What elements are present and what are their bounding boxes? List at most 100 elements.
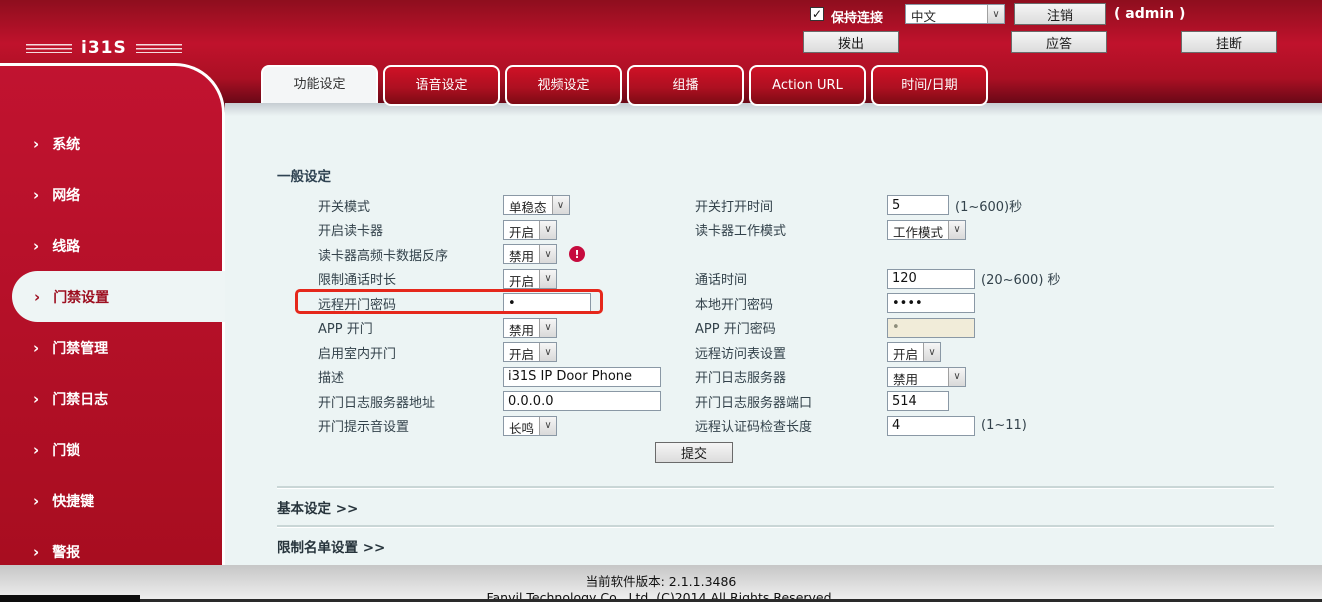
logo-text: i31S bbox=[81, 38, 127, 58]
chevron-right-icon: › bbox=[33, 492, 39, 510]
dial-out-button[interactable]: 拨出 bbox=[803, 31, 899, 53]
field-label: 通话时间 bbox=[695, 269, 887, 288]
logged-in-user: ( admin ) bbox=[1114, 6, 1185, 22]
door-open-tone-select[interactable]: 长鸣 ∨ bbox=[503, 416, 557, 436]
form-row: 远程开门密码 本地开门密码 bbox=[318, 291, 1061, 316]
field-label: 读卡器工作模式 bbox=[695, 220, 887, 239]
sidebar-item-access-log[interactable]: › 门禁日志 bbox=[0, 373, 222, 424]
alert-icon: ! bbox=[569, 246, 585, 262]
form-row: 开门日志服务器地址 开门日志服务器端口 bbox=[318, 389, 1061, 414]
keep-alive-checkbox[interactable]: ✓ bbox=[810, 7, 824, 21]
form-row: 描述 开门日志服务器 禁用 ∨ bbox=[318, 365, 1061, 390]
chevron-down-icon: ∨ bbox=[987, 5, 1004, 23]
sidebar-item-alert[interactable]: › 警报 bbox=[0, 526, 222, 577]
sidebar-item-label: 门禁日志 bbox=[52, 389, 108, 409]
chevron-right-icon: › bbox=[33, 186, 39, 204]
chevron-down-icon: ∨ bbox=[948, 221, 965, 239]
field-label: 远程访问表设置 bbox=[695, 343, 887, 362]
field-label: 开门日志服务器 bbox=[695, 367, 887, 386]
chevron-right-icon: › bbox=[33, 390, 39, 408]
form-row: 开启读卡器 开启 ∨ 读卡器工作模式 工作模式 ∨ bbox=[318, 218, 1061, 243]
tab-voice-settings[interactable]: 语音设定 bbox=[383, 65, 500, 106]
field-label: 本地开门密码 bbox=[695, 294, 887, 313]
sidebar-item-label: 门禁管理 bbox=[52, 338, 108, 358]
remote-access-table-select[interactable]: 开启 ∨ bbox=[887, 342, 941, 362]
range-hint: (1~11) bbox=[981, 418, 1027, 433]
sidebar-item-access-management[interactable]: › 门禁管理 bbox=[0, 322, 222, 373]
tab-function-settings[interactable]: 功能设定 bbox=[261, 65, 378, 103]
sidebar-item-hotkey[interactable]: › 快捷键 bbox=[0, 475, 222, 526]
restrict-list-link[interactable]: 限制名单设置 >> bbox=[277, 536, 385, 556]
field-label: APP 开门密码 bbox=[695, 318, 887, 337]
remote-open-password-input[interactable] bbox=[503, 293, 591, 313]
tab-video-settings[interactable]: 视频设定 bbox=[505, 65, 622, 106]
main-content: 一般设定 开关模式 单稳态 ∨ 开关打开时间 (1~600)秒 开启读卡器 开启 bbox=[225, 103, 1322, 565]
card-reader-reverse-select[interactable]: 禁用 ∨ bbox=[503, 244, 557, 264]
sidebar-nav: › 系统 › 网络 › 线路 › 门禁设置 › 门禁管理 › 门禁日志 › 门锁… bbox=[0, 63, 225, 565]
sidebar-item-line[interactable]: › 线路 bbox=[0, 220, 222, 271]
logout-button[interactable]: 注销 bbox=[1014, 3, 1106, 25]
switch-mode-select[interactable]: 单稳态 ∨ bbox=[503, 195, 570, 215]
sidebar-item-network[interactable]: › 网络 bbox=[0, 169, 222, 220]
sidebar-item-label: 线路 bbox=[52, 236, 80, 256]
call-time-limit-select[interactable]: 开启 ∨ bbox=[503, 269, 557, 289]
logo-lines-icon bbox=[136, 44, 182, 53]
range-hint: (1~600)秒 bbox=[955, 196, 1022, 215]
divider bbox=[277, 486, 1274, 488]
divider bbox=[277, 525, 1274, 527]
chevron-right-icon: › bbox=[33, 135, 39, 153]
card-reader-work-mode-select[interactable]: 工作模式 ∨ bbox=[887, 220, 966, 240]
hangup-button[interactable]: 挂断 bbox=[1181, 31, 1277, 53]
field-label: 启用室内开门 bbox=[318, 343, 503, 362]
door-log-server-select[interactable]: 禁用 ∨ bbox=[887, 367, 966, 387]
chevron-down-icon: ∨ bbox=[539, 270, 556, 288]
description-input[interactable] bbox=[503, 367, 661, 387]
door-log-server-address-input[interactable] bbox=[503, 391, 661, 411]
tab-bar: 功能设定 语音设定 视频设定 组播 Action URL 时间/日期 bbox=[261, 65, 988, 106]
field-label: 开关模式 bbox=[318, 196, 503, 215]
field-label: 限制通话时长 bbox=[318, 269, 503, 288]
remote-auth-code-length-input[interactable] bbox=[887, 416, 975, 436]
field-label: 开关打开时间 bbox=[695, 196, 887, 215]
brand-logo: i31S bbox=[26, 38, 182, 58]
form-row: 读卡器高频卡数据反序 禁用 ∨ ! bbox=[318, 242, 1061, 267]
tab-time-date[interactable]: 时间/日期 bbox=[871, 65, 988, 106]
sidebar-item-system[interactable]: › 系统 bbox=[0, 118, 222, 169]
app-open-select[interactable]: 禁用 ∨ bbox=[503, 318, 557, 338]
form-row: 启用室内开门 开启 ∨ 远程访问表设置 开启 ∨ bbox=[318, 340, 1061, 365]
tab-action-url[interactable]: Action URL bbox=[749, 65, 866, 106]
card-reader-enable-select[interactable]: 开启 ∨ bbox=[503, 220, 557, 240]
sidebar-item-label: 网络 bbox=[52, 185, 80, 205]
chevron-right-icon: › bbox=[33, 237, 39, 255]
footer-notch bbox=[0, 595, 140, 602]
sidebar-item-label: 警报 bbox=[52, 542, 80, 562]
door-log-server-port-input[interactable] bbox=[887, 391, 949, 411]
chevron-down-icon: ∨ bbox=[552, 196, 569, 214]
app-open-password-input bbox=[887, 318, 975, 338]
language-select[interactable]: 中文 ∨ bbox=[905, 4, 1005, 24]
basic-settings-link[interactable]: 基本设定 >> bbox=[277, 497, 358, 517]
local-open-password-input[interactable] bbox=[887, 293, 975, 313]
range-hint: (20~600) 秒 bbox=[981, 269, 1061, 288]
keep-alive-label: 保持连接 bbox=[831, 7, 883, 26]
sidebar-item-access-settings[interactable]: › 门禁设置 bbox=[12, 271, 225, 322]
switch-open-time-input[interactable] bbox=[887, 195, 949, 215]
logo-lines-icon bbox=[26, 44, 72, 53]
sidebar-item-label: 门锁 bbox=[52, 440, 80, 460]
chevron-down-icon: ∨ bbox=[539, 417, 556, 435]
chevron-down-icon: ∨ bbox=[539, 319, 556, 337]
chevron-right-icon: › bbox=[33, 441, 39, 459]
chevron-down-icon: ∨ bbox=[923, 343, 940, 361]
chevron-down-icon: ∨ bbox=[539, 221, 556, 239]
submit-button[interactable]: 提交 bbox=[655, 442, 733, 463]
talk-time-input[interactable] bbox=[887, 269, 975, 289]
tab-multicast[interactable]: 组播 bbox=[627, 65, 744, 106]
form-row: 限制通话时长 开启 ∨ 通话时间 (20~600) 秒 bbox=[318, 267, 1061, 292]
field-label: 描述 bbox=[318, 367, 503, 386]
indoor-open-select[interactable]: 开启 ∨ bbox=[503, 342, 557, 362]
answer-button[interactable]: 应答 bbox=[1011, 31, 1107, 53]
field-label: 开门提示音设置 bbox=[318, 416, 503, 435]
sidebar-item-door-lock[interactable]: › 门锁 bbox=[0, 424, 222, 475]
section-title: 一般设定 bbox=[277, 165, 331, 185]
field-label: 远程开门密码 bbox=[318, 294, 503, 313]
